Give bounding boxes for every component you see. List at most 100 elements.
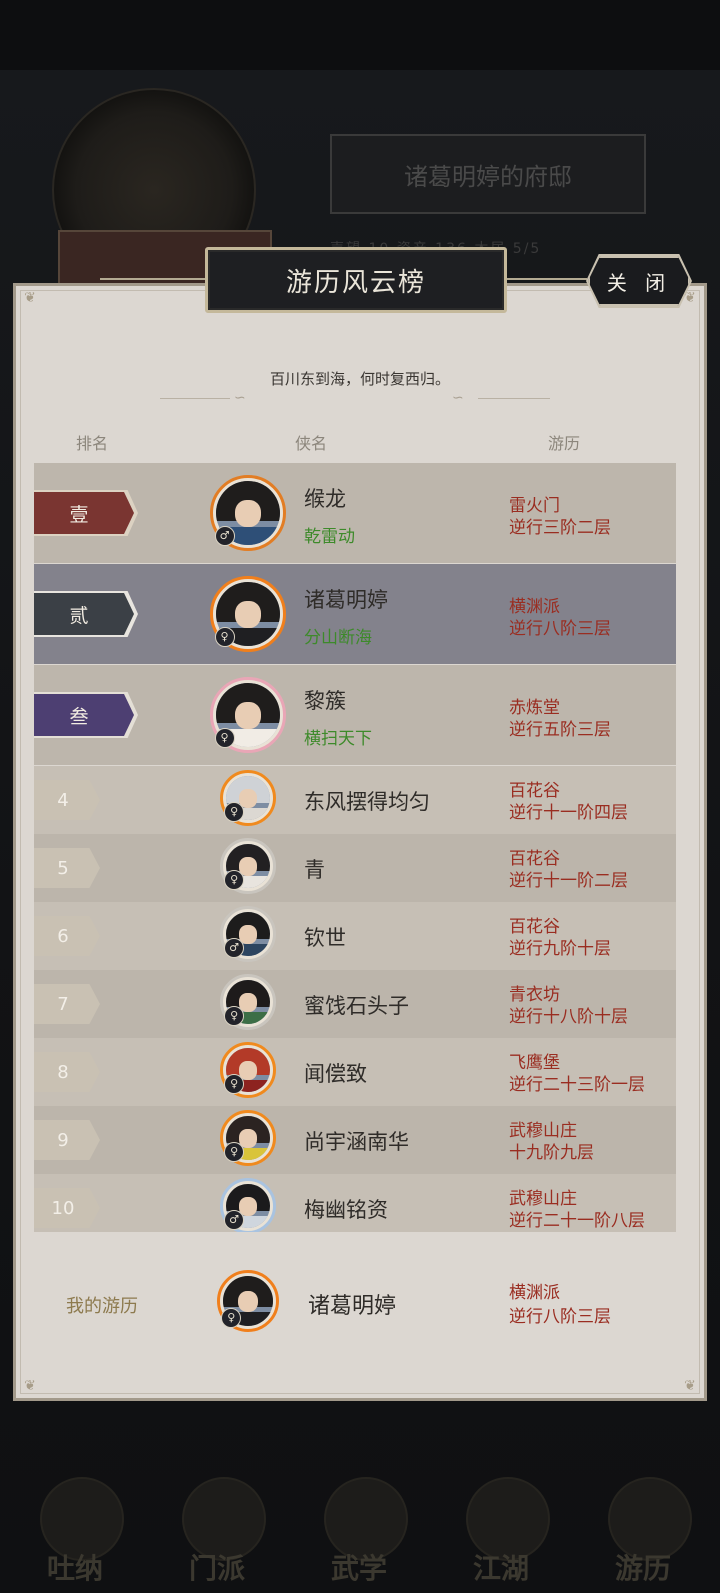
ranking-row[interactable]: 10 ♂ 梅幽铭资 武穆山庄 逆行二十一阶八层 [34,1174,676,1232]
player-level: 逆行八阶三层 [509,619,611,639]
rank-flag: 7 [34,984,100,1024]
portrait-face [235,702,261,730]
player-name: 梅幽铭资 [304,1198,388,1222]
rank-label: 10 [51,1197,75,1219]
ranking-row[interactable]: 叁 ♀ 黎簇 横扫天下 赤炼堂 逆行五阶三层 [34,665,676,765]
player-avatar[interactable]: ♂ [220,1178,276,1232]
player-avatar[interactable]: ♀ [220,1110,276,1166]
player-name: 黎簇 [304,689,346,713]
female-symbol-icon: ♀ [224,801,245,822]
player-name: 诸葛明婷 [304,588,388,612]
female-symbol-icon: ♀ [224,1005,245,1026]
player-avatar[interactable]: ♂ [220,906,276,962]
player-avatar[interactable]: ♀ [220,838,276,894]
rank-label: 7 [57,993,69,1015]
player-level: 逆行二十三阶一层 [509,1075,645,1095]
player-level: 逆行十八阶十层 [509,1007,628,1027]
divider-line [160,398,230,399]
female-symbol-icon: ♀ [214,627,235,648]
player-name: 尚宇涵南华 [304,1130,409,1154]
rank-label: 8 [57,1061,69,1083]
player-title: 乾雷动 [304,527,355,547]
rank-flag: 8 [34,1052,100,1092]
player-title: 横扫天下 [304,729,372,749]
player-name: 青 [304,858,325,882]
divider-line [478,398,550,399]
player-level: 逆行十一阶四层 [509,803,628,823]
nav-item: 门派 [172,1477,266,1587]
ranking-row[interactable]: 9 ♀ 尚宇涵南华 武穆山庄 十九阶九层 [34,1106,676,1174]
nav-label: 吐纳 [46,1552,103,1585]
ranking-row[interactable]: 4 ♀ 东风摆得均匀 百花谷 逆行十一阶四层 [34,766,676,834]
player-avatar[interactable]: ♂ [210,475,286,551]
my-travel-label: 我的游历 [66,1296,138,1317]
rank-label: 壹 [69,503,89,526]
ranking-row[interactable]: 贰 ♀ 诸葛明婷 分山断海 横渊派 逆行八阶三层 [34,564,676,664]
swirl-ornament-icon: ∽ [234,390,246,406]
player-level: 逆行二十一阶八层 [509,1211,645,1231]
panel-title-plate: 游历风云榜 [205,247,507,313]
nav-label: 游历 [614,1552,671,1585]
player-level: 逆行十一阶二层 [509,871,628,891]
panel-title: 游历风云榜 [285,267,426,298]
rank-flag: 6 [34,916,100,956]
rank-flag: 叁 [34,692,138,738]
my-name: 诸葛明婷 [308,1294,397,1319]
panel-subtitle: 百川东到海，何时复西归。 [269,370,450,388]
ranking-row[interactable]: 7 ♀ 蜜饯石头子 青衣坊 逆行十八阶十层 [34,970,676,1038]
male-symbol-icon: ♂ [224,937,245,958]
my-avatar[interactable]: ♀ [217,1270,279,1332]
ranking-row[interactable]: 壹 ♂ 缑龙 乾雷动 雷火门 逆行三阶二层 [34,463,676,563]
nav-label: 武学 [330,1552,387,1585]
player-level: 十九阶九层 [509,1143,594,1163]
ranking-row[interactable]: 8 ♀ 闻偿致 飞鹰堡 逆行二十三阶一层 [34,1038,676,1106]
player-level: 逆行五阶三层 [509,720,611,740]
female-symbol-icon: ♀ [224,1073,245,1094]
rank-label: 4 [57,789,69,811]
corner-ornament-icon: ❦ [24,1378,36,1394]
swirl-ornament-icon: ∽ [452,390,464,406]
column-header-name: 侠名 [295,434,328,453]
rank-flag: 贰 [34,591,138,637]
female-symbol-icon: ♀ [221,1307,242,1328]
nav-label: 江湖 [472,1552,529,1585]
player-avatar[interactable]: ♀ [220,770,276,826]
male-symbol-icon: ♂ [214,526,235,547]
player-avatar[interactable]: ♀ [210,576,286,652]
female-symbol-icon: ♀ [224,869,245,890]
rank-label: 6 [57,925,69,947]
player-name: 缑龙 [304,487,346,511]
player-avatar[interactable]: ♀ [210,677,286,753]
ranking-row[interactable]: 6 ♂ 钦世 百花谷 逆行九阶十层 [34,902,676,970]
my-sect: 横渊派 [509,1283,560,1303]
nav-item: 吐纳 [30,1477,124,1587]
residence-title: 诸葛明婷的府邸 [330,134,646,214]
player-name: 钦世 [304,926,346,950]
portrait-face [235,601,261,629]
nav-item: 武学 [314,1477,408,1587]
rank-label: 5 [57,857,69,879]
nav-label: 门派 [188,1552,245,1585]
portrait-face [235,500,261,528]
player-name: 闻偿致 [304,1062,367,1086]
player-title: 分山断海 [304,628,372,648]
ranking-row[interactable]: 5 ♀ 青百花谷 逆行十一阶二层 [34,834,676,902]
nav-item: 游历 [598,1477,692,1587]
rank-flag: 10 [34,1188,100,1228]
close-button[interactable]: 关 闭 [588,256,690,306]
rank-flag: 5 [34,848,100,888]
player-name: 蜜饯石头子 [304,994,409,1018]
player-avatar[interactable]: ♀ [220,974,276,1030]
nav-item: 江湖 [456,1477,550,1587]
player-avatar[interactable]: ♀ [220,1042,276,1098]
player-level: 逆行九阶十层 [509,939,611,959]
rank-flag: 9 [34,1120,100,1160]
male-symbol-icon: ♂ [224,1209,245,1230]
corner-ornament-icon: ❦ [24,290,36,306]
column-header-rank: 排名 [76,434,109,453]
female-symbol-icon: ♀ [214,728,235,749]
my-level: 逆行八阶三层 [509,1307,611,1327]
player-name: 东风摆得均匀 [304,790,430,814]
rank-label: 贰 [69,604,89,627]
rank-label: 9 [57,1129,69,1151]
